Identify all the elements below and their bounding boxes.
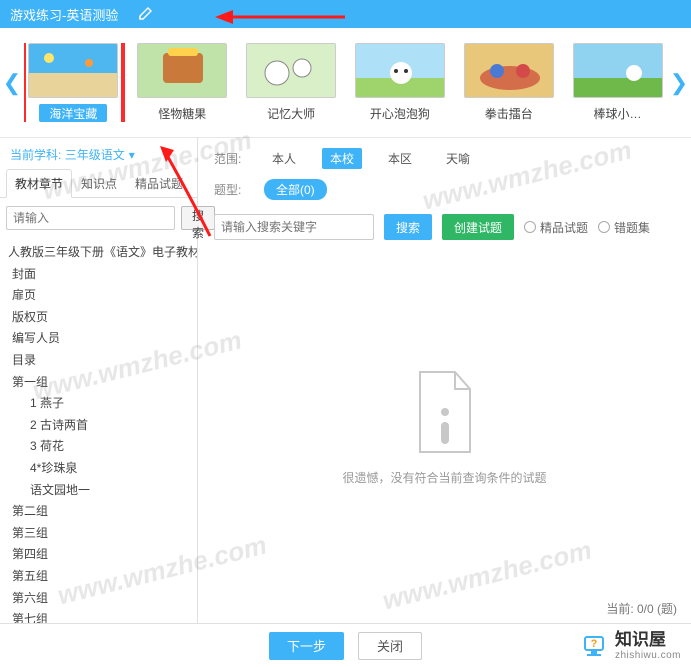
content-area: 当前学科: 三年级语文▾ 教材章节 知识点 精品试题 搜索 人教版三年级下册《语…	[0, 138, 691, 623]
game-card-memory-master[interactable]: 记忆大师	[246, 43, 337, 122]
game-card-boxing-ring[interactable]: 拳击擂台	[463, 43, 554, 122]
carousel-next-button[interactable]: ❯	[667, 28, 691, 137]
tree-item[interactable]: 第三组	[8, 523, 189, 545]
empty-file-icon	[410, 367, 480, 457]
game-card-monster-candy[interactable]: 怪物糖果	[137, 43, 228, 122]
sidebar: 当前学科: 三年级语文▾ 教材章节 知识点 精品试题 搜索 人教版三年级下册《语…	[0, 138, 198, 623]
tree-item[interactable]: 4*珍珠泉	[8, 458, 189, 480]
carousel-cards: 海洋宝藏 怪物糖果 记忆大师 开心泡泡狗 拳击擂台	[24, 43, 667, 122]
game-card-label: 记忆大师	[267, 104, 315, 122]
brand-name: 知识屋	[615, 631, 681, 650]
window-title: 游戏练习-英语测验	[10, 5, 118, 24]
subject-selector[interactable]: 当前学科: 三年级语文▾	[0, 138, 197, 169]
tree-item[interactable]: 第二组	[8, 501, 189, 523]
game-thumb	[573, 43, 663, 98]
brand-icon: ?	[579, 631, 609, 661]
filter-type-row: 题型: 全部(0)	[214, 179, 675, 200]
tree-item[interactable]: 第四组	[8, 544, 189, 566]
tree-item[interactable]: 3 荷花	[8, 436, 189, 458]
textbook-tree[interactable]: 人教版三年级下册《语文》电子教材 封面扉页版权页编写人员目录第一组1 燕子2 古…	[0, 238, 197, 623]
next-button[interactable]: 下一步	[269, 632, 344, 660]
game-thumb	[355, 43, 445, 98]
sidebar-search-row: 搜索	[0, 198, 197, 238]
subject-value: 三年级语文▾	[65, 148, 135, 162]
game-carousel: ❮ 海洋宝藏 怪物糖果 记忆大师 开心泡泡狗	[0, 28, 691, 138]
scope-tianyu[interactable]: 天喻	[438, 148, 478, 169]
tree-item[interactable]: 编写人员	[8, 328, 189, 350]
game-card-label: 海洋宝藏	[39, 104, 107, 122]
chevron-down-icon: ▾	[129, 148, 135, 162]
game-card-label: 棒球小…	[594, 104, 642, 122]
sidebar-search-input[interactable]	[6, 206, 175, 230]
game-thumb	[28, 43, 118, 98]
game-card-ocean-treasure[interactable]: 海洋宝藏	[28, 43, 119, 122]
tree-item[interactable]: 版权页	[8, 307, 189, 329]
game-card-label: 怪物糖果	[158, 104, 206, 122]
scope-self[interactable]: 本人	[264, 148, 304, 169]
type-label: 题型:	[214, 181, 246, 198]
tree-item[interactable]: 目录	[8, 350, 189, 372]
main-panel: 范围: 本人 本校 本区 天喻 题型: 全部(0) 搜索 创建试题 精品试题 错…	[198, 138, 691, 623]
game-thumb	[464, 43, 554, 98]
game-card-happy-bubble-dog[interactable]: 开心泡泡狗	[354, 43, 445, 122]
game-card-baseball[interactable]: 棒球小…	[572, 43, 663, 122]
tree-item[interactable]: 第五组	[8, 566, 189, 588]
empty-text: 很遗憾，没有符合当前查询条件的试题	[342, 469, 546, 486]
game-thumb	[137, 43, 227, 98]
game-card-label: 开心泡泡狗	[370, 104, 430, 122]
main-search-button[interactable]: 搜索	[384, 214, 432, 240]
filter-scope-row: 范围: 本人 本校 本区 天喻	[214, 148, 675, 169]
empty-state: 很遗憾，没有符合当前查询条件的试题	[214, 240, 675, 613]
game-card-label: 拳击擂台	[485, 104, 533, 122]
tree-item[interactable]: 1 燕子	[8, 393, 189, 415]
tree-item[interactable]: 第一组	[8, 372, 189, 394]
radio-icon	[598, 221, 610, 233]
scope-label: 范围:	[214, 150, 246, 167]
tree-item[interactable]: 扉页	[8, 285, 189, 307]
main-search-input[interactable]	[214, 214, 374, 240]
filter-wrongset-checkbox[interactable]: 错题集	[598, 219, 650, 236]
tree-item[interactable]: 语文园地一	[8, 480, 189, 502]
tab-premium-questions[interactable]: 精品试题	[126, 169, 192, 197]
brand-badge: ? 知识屋 zhishiwu.com	[579, 631, 681, 661]
titlebar: 游戏练习-英语测验	[0, 0, 691, 28]
type-all[interactable]: 全部(0)	[264, 179, 327, 200]
sidebar-tabs: 教材章节 知识点 精品试题	[0, 169, 197, 198]
tab-knowledge-point[interactable]: 知识点	[72, 169, 126, 197]
radio-icon	[524, 221, 536, 233]
tree-item[interactable]: 2 古诗两首	[8, 415, 189, 437]
filter-premium-checkbox[interactable]: 精品试题	[524, 219, 588, 236]
brand-url: zhishiwu.com	[615, 650, 681, 661]
carousel-prev-button[interactable]: ❮	[0, 28, 24, 137]
close-button[interactable]: 关闭	[358, 632, 422, 660]
tree-item[interactable]: 第七组	[8, 609, 189, 623]
edit-icon[interactable]	[138, 5, 154, 24]
subject-label: 当前学科:	[10, 148, 61, 162]
scope-district[interactable]: 本区	[380, 148, 420, 169]
tab-textbook-chapter[interactable]: 教材章节	[6, 169, 72, 198]
svg-text:?: ?	[591, 638, 598, 650]
tree-item[interactable]: 第六组	[8, 588, 189, 610]
tree-item[interactable]: 封面	[8, 264, 189, 286]
create-question-button[interactable]: 创建试题	[442, 214, 514, 240]
game-thumb	[246, 43, 336, 98]
tree-root[interactable]: 人教版三年级下册《语文》电子教材	[8, 242, 189, 264]
pager-text: 当前: 0/0 (题)	[606, 600, 677, 617]
footer: 下一步 关闭 ? 知识屋 zhishiwu.com	[0, 623, 691, 667]
scope-school[interactable]: 本校	[322, 148, 362, 169]
main-search-row: 搜索 创建试题 精品试题 错题集	[214, 214, 675, 240]
